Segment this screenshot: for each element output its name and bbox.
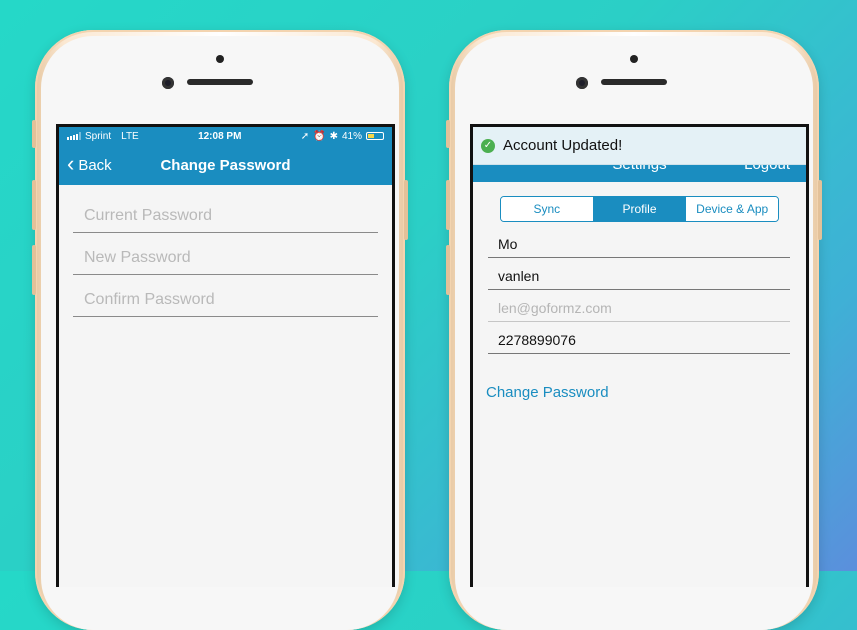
new-password-field[interactable] <box>73 233 378 275</box>
check-circle-icon: ✓ <box>481 138 495 153</box>
mute-switch <box>446 120 450 148</box>
account-updated-toast: ✓ Account Updated! <box>473 127 806 165</box>
front-camera <box>162 77 174 89</box>
battery-icon <box>366 132 384 140</box>
last-name-field[interactable]: vanlen <box>488 258 790 290</box>
battery-percent: 41% <box>341 130 362 142</box>
settings-tabs: Sync Profile Device & App <box>500 196 779 222</box>
right-phone: ✓ Account Updated! Settings Logout Sync … <box>446 30 822 630</box>
front-camera <box>576 77 588 89</box>
earpiece-speaker <box>187 79 253 85</box>
volume-up-button <box>32 180 36 230</box>
confirm-password-input[interactable] <box>82 290 369 310</box>
network-label: LTE <box>121 130 139 142</box>
current-password-input[interactable] <box>82 206 369 226</box>
clock: 12:08 PM <box>198 130 242 142</box>
profile-settings-screen: ✓ Account Updated! Settings Logout Sync … <box>470 124 809 587</box>
back-button[interactable]: ‹ Back <box>67 150 112 176</box>
page-title: Change Password <box>160 156 291 174</box>
carrier-label: Sprint <box>85 130 112 142</box>
location-icon: ➚ <box>300 130 310 142</box>
volume-down-button <box>446 245 450 295</box>
change-password-screen: Sprint LTE 12:08 PM ➚ ⏰ ✱ 41% ‹ Back Cha… <box>56 124 395 587</box>
alarm-icon: ⏰ <box>313 130 326 142</box>
toast-message: Account Updated! <box>503 137 623 154</box>
nav-bar: ‹ Back Change Password <box>59 145 392 185</box>
confirm-password-field[interactable] <box>73 275 378 317</box>
chevron-left-icon: ‹ <box>67 150 75 176</box>
signal-icon <box>67 132 81 140</box>
power-button <box>818 180 822 240</box>
proximity-sensor <box>630 55 638 63</box>
first-name-field[interactable]: Mo <box>488 226 790 258</box>
tab-profile[interactable]: Profile <box>592 197 686 221</box>
back-label: Back <box>78 156 112 174</box>
proximity-sensor <box>216 55 224 63</box>
volume-up-button <box>446 180 450 230</box>
current-password-field[interactable] <box>73 191 378 233</box>
new-password-input[interactable] <box>82 248 369 268</box>
earpiece-speaker <box>601 79 667 85</box>
phone-field[interactable]: 2278899076 <box>488 322 790 354</box>
tab-sync[interactable]: Sync <box>501 197 593 221</box>
tab-device-app[interactable]: Device & App <box>685 197 778 221</box>
volume-down-button <box>32 245 36 295</box>
power-button <box>404 180 408 240</box>
email-field: len@goformz.com <box>488 290 790 322</box>
bluetooth-icon: ✱ <box>329 130 338 142</box>
status-bar: Sprint LTE 12:08 PM ➚ ⏰ ✱ 41% <box>59 127 392 145</box>
left-phone: Sprint LTE 12:08 PM ➚ ⏰ ✱ 41% ‹ Back Cha… <box>32 30 408 630</box>
change-password-link[interactable]: Change Password <box>486 384 609 401</box>
mute-switch <box>32 120 36 148</box>
